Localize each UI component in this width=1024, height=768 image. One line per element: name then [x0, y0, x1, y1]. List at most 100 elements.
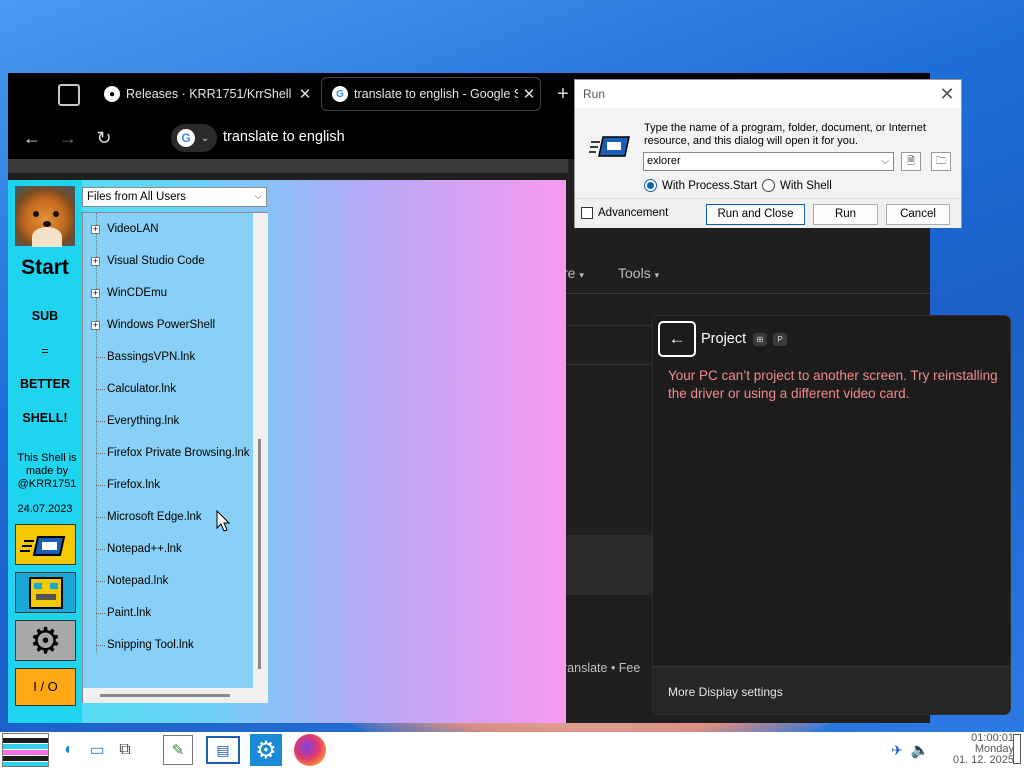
taskbar-clock[interactable]: 01:00:01 Monday 01. 12. 2025 [930, 733, 1014, 766]
more-display-settings-link[interactable]: More Display settings [668, 685, 783, 699]
new-tab-button[interactable]: + [552, 83, 574, 105]
browse-file-icon[interactable]: 🗎 [901, 152, 921, 171]
program-tree: + VideoLAN + Visual Studio Code + WinCDEmu + Wi… [82, 212, 268, 703]
gear-icon[interactable]: ⚙ [250, 734, 282, 766]
tree-item[interactable]: Notepad.lnk [83, 573, 253, 593]
close-icon[interactable]: ✕ [294, 85, 316, 103]
avatar-eye [53, 211, 59, 217]
back-icon[interactable]: ← [658, 321, 696, 357]
scrollbar-thumb[interactable] [258, 439, 261, 669]
chevron-down-icon: ⌄ [201, 132, 210, 144]
tree-connector [96, 421, 105, 422]
cancel-button[interactable]: Cancel [886, 204, 950, 225]
tree-item-label: Firefox.lnk [107, 479, 161, 491]
tree-item-label: Paint.lnk [107, 607, 152, 619]
hummingbird-tray-icon[interactable]: ✈ [885, 738, 909, 762]
volume-icon[interactable]: 🔈 [908, 738, 932, 762]
expand-icon[interactable]: + [91, 321, 100, 330]
tree-item[interactable]: Calculator.lnk [83, 381, 253, 401]
start-label: Start [21, 256, 69, 279]
tree-item[interactable]: BassingsVPN.lnk [83, 349, 253, 369]
close-icon[interactable]: ✕ [518, 85, 540, 103]
firefox-icon[interactable] [294, 734, 326, 766]
computer-icon[interactable]: ▭ [85, 738, 109, 762]
search-engine-selector[interactable]: G ⌄ [171, 124, 217, 152]
settings-button[interactable]: ⚙ [15, 620, 76, 661]
agent-button[interactable] [15, 572, 76, 613]
run-and-close-button[interactable]: Run and Close [706, 204, 805, 225]
radio-label: With Shell [780, 179, 832, 192]
browse-folder-icon[interactable]: 🗀 [931, 152, 951, 171]
notepad-plus-plus-icon[interactable]: ✎ [163, 735, 193, 765]
radio-with-shell[interactable]: With Shell [762, 179, 832, 192]
shortcut-key: P [773, 333, 787, 346]
tree-item[interactable]: Firefox.lnk [83, 477, 253, 497]
github-icon: ● [104, 86, 120, 102]
address-bar[interactable]: translate to english [223, 129, 345, 145]
tab-title: translate to english - Google Se [354, 87, 518, 101]
page-footer-links[interactable]: ranslate • Fee [563, 661, 640, 675]
window-app-icon[interactable]: ▤ [206, 736, 240, 764]
vertical-scrollbar[interactable] [253, 213, 268, 688]
folder-scope-value: Files from All Users [87, 191, 187, 203]
tab-github-releases[interactable]: ● Releases · KRR1751/KrrShell ✕ [94, 76, 316, 112]
expand-icon[interactable]: + [91, 225, 100, 234]
chevron-down-icon: ⌵ [254, 191, 262, 202]
google-icon: G [177, 129, 195, 147]
tab-overview-icon[interactable] [58, 84, 80, 106]
tree-item[interactable]: Snipping Tool.lnk [83, 637, 253, 657]
advancement-checkbox[interactable]: Advancement [581, 207, 668, 219]
run-description: Type the name of a program, folder, docu… [644, 122, 926, 147]
tree-item[interactable]: + Visual Studio Code [83, 253, 253, 273]
avatar-eye [33, 211, 39, 217]
project-flyout: ← Project ⊞ P Your PC can’t project to a… [652, 315, 1011, 715]
horizontal-scrollbar[interactable] [83, 688, 268, 703]
expand-icon[interactable]: + [91, 289, 100, 298]
tab-google-search[interactable]: G translate to english - Google Se ✕ [321, 77, 541, 111]
more-menu[interactable]: re ▾ [563, 265, 584, 281]
tree-item[interactable]: Paint.lnk [83, 605, 253, 625]
radio-process-start[interactable]: With Process.Start [644, 179, 757, 192]
project-footer: More Display settings [653, 666, 1010, 714]
tree-connector [96, 613, 105, 614]
expand-icon[interactable]: + [91, 257, 100, 266]
close-icon[interactable]: ✕ [935, 83, 959, 105]
radio-selected-icon [644, 179, 657, 192]
run-button[interactable] [15, 524, 76, 565]
run-icon [20, 536, 66, 556]
show-desktop-button[interactable] [1013, 734, 1021, 764]
tools-menu[interactable]: Tools ▾ [618, 265, 659, 281]
user-avatar[interactable] [15, 186, 75, 247]
back-icon[interactable]: ← [17, 125, 47, 151]
run-button[interactable]: Run [813, 204, 878, 225]
forward-icon[interactable]: → [53, 125, 83, 151]
shell-label: SHELL! [22, 411, 68, 425]
folder-scope-select[interactable]: Files from All Users ⌵ [82, 187, 267, 207]
scrollbar-thumb[interactable] [100, 694, 230, 697]
run-dialog: Run ✕ Type the name of a program, folder… [574, 79, 962, 228]
start-button[interactable] [2, 733, 49, 767]
equals-label: = [41, 344, 49, 358]
tree-item[interactable]: Notepad++.lnk [83, 541, 253, 561]
radio-unselected-icon [762, 179, 775, 192]
tree-item[interactable]: Firefox Private Browsing.lnk [83, 445, 253, 465]
power-io-button[interactable]: I / O [15, 668, 76, 706]
tree-item[interactable]: + VideoLAN [83, 221, 253, 241]
tree-item[interactable]: + Windows PowerShell [83, 317, 253, 337]
checkbox-label: Advancement [598, 207, 669, 219]
tree-item[interactable]: + WinCDEmu [83, 285, 253, 305]
reload-icon[interactable]: ↻ [89, 125, 119, 151]
tree-item[interactable]: Everything.lnk [83, 413, 253, 433]
tree-item-label: WinCDEmu [107, 287, 168, 299]
run-title: Run [583, 87, 606, 101]
release-date: 24.07.2023 [17, 503, 73, 515]
run-command-input[interactable]: exlorer ⌵ [643, 152, 894, 171]
mouse-cursor-icon [216, 510, 230, 532]
avatar-chest [32, 227, 62, 247]
run-titlebar: Run ✕ [575, 80, 961, 108]
edge-icon[interactable]: ◐ [57, 738, 81, 762]
better-label: BETTER [20, 377, 70, 391]
chevron-down-icon[interactable]: ⌵ [881, 153, 889, 170]
tree-connector [96, 357, 105, 358]
network-icon[interactable]: ⧉ [113, 738, 137, 762]
